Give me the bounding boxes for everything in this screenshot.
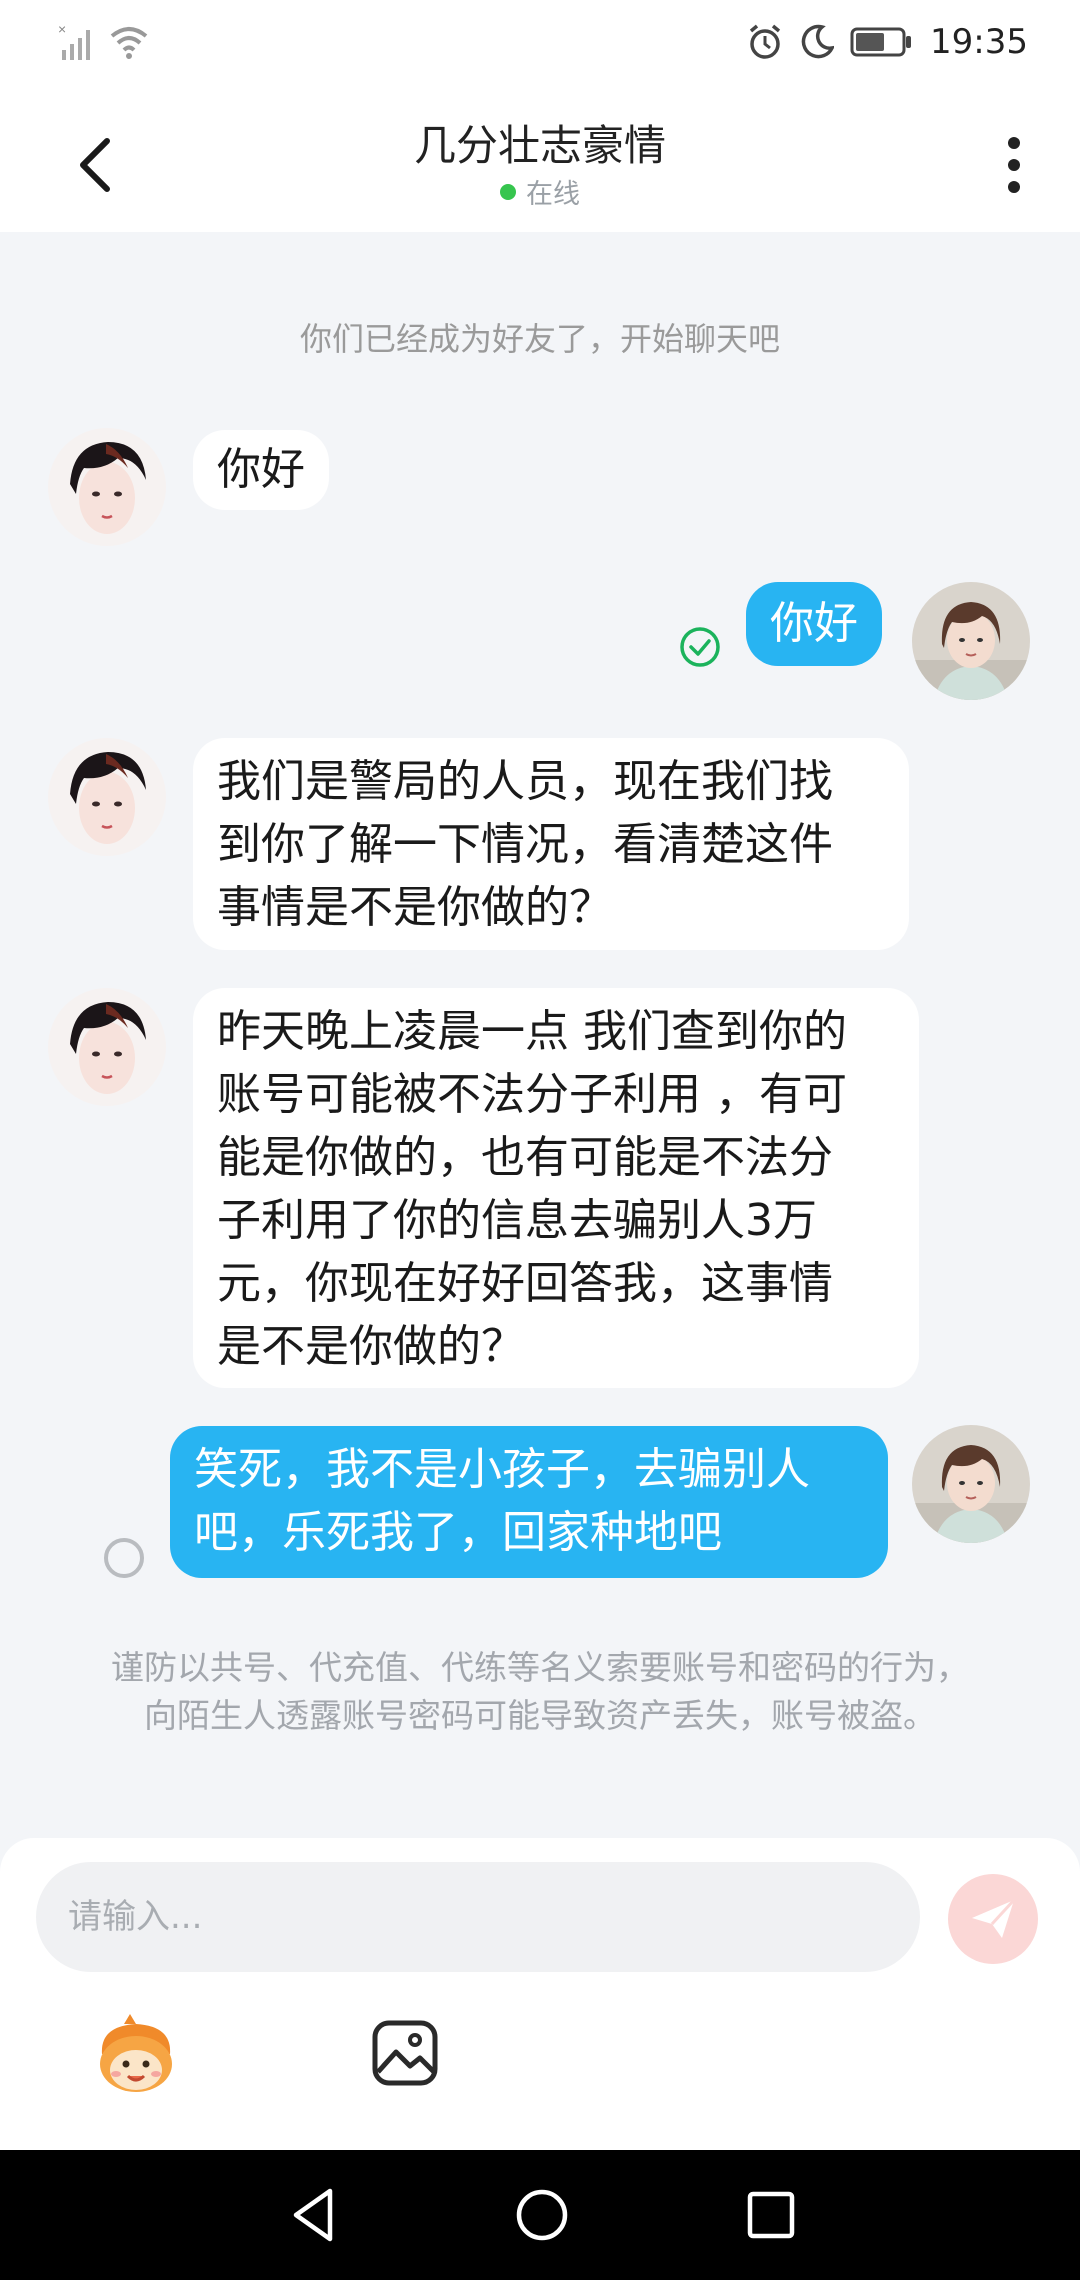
presence-indicator: 在线 [0, 172, 1080, 211]
chat-title: 几分壮志豪情 [413, 121, 666, 170]
moon-icon [801, 24, 835, 59]
message-bubble-incoming[interactable]: 我们是警局的人员，现在我们找 到你了解一下情况，看清楚这件 事情是不是你做的？ [193, 738, 909, 950]
status-left: × [58, 22, 150, 62]
online-dot-icon [500, 183, 516, 200]
battery-icon [850, 27, 912, 57]
system-message: 你们已经成为好友了，开始聊天吧 [299, 320, 780, 358]
message-bubble-incoming[interactable]: 你好 [193, 430, 329, 510]
signal-icon: × [58, 22, 90, 60]
nav-back-icon [293, 2188, 333, 2242]
contact-avatar[interactable] [48, 988, 166, 1106]
more-button[interactable] [984, 130, 1044, 200]
nav-home-icon [516, 2189, 568, 2241]
contact-avatar[interactable] [48, 428, 166, 546]
image-icon [372, 2020, 438, 2086]
presence-label: 在线 [526, 179, 580, 210]
nav-home-button[interactable] [515, 2188, 569, 2242]
message-bubble-outgoing[interactable]: 笑死，我不是小孩子，去骗别人 吧，乐死我了，回家种地吧 [170, 1426, 888, 1578]
contact-avatar[interactable] [48, 738, 166, 856]
send-button[interactable] [948, 1874, 1038, 1964]
my-avatar[interactable] [912, 582, 1030, 700]
svg-text:×: × [58, 22, 66, 37]
message-input[interactable] [36, 1862, 920, 1972]
read-status-icon [678, 625, 722, 669]
message-bubble-outgoing[interactable]: 你好 [746, 582, 882, 666]
emoji-button[interactable] [90, 2014, 182, 2098]
status-right: 19:35 [746, 22, 1028, 62]
system-nav-bar [0, 2150, 1080, 2280]
image-button[interactable] [370, 2018, 440, 2088]
pending-status-icon [104, 1538, 144, 1578]
my-avatar[interactable] [912, 1425, 1030, 1543]
send-icon [972, 1898, 1016, 1938]
chat-header: 几分壮志豪情 在线 [0, 90, 1080, 232]
nav-back-button[interactable] [286, 2185, 346, 2245]
emoji-icon [100, 2014, 172, 2092]
alarm-icon [749, 24, 781, 59]
message-bubble-incoming[interactable]: 昨天晚上凌晨一点 我们查到你的 账号可能被不法分子利用 ，有可 能是你做的，也有… [193, 988, 919, 1388]
status-bar: × 19:35 [0, 0, 1080, 90]
more-vertical-icon [1008, 137, 1020, 193]
nav-recent-button[interactable] [746, 2190, 796, 2240]
security-warning: 谨防以共号、代充值、代练等名义索要账号和密码的行为，向陌生人透露账号密码可能导致… [111, 1648, 969, 1735]
status-time: 19:35 [930, 22, 1028, 62]
composer [0, 1838, 1080, 2150]
wifi-icon [110, 27, 148, 59]
nav-recent-icon [747, 2191, 795, 2239]
